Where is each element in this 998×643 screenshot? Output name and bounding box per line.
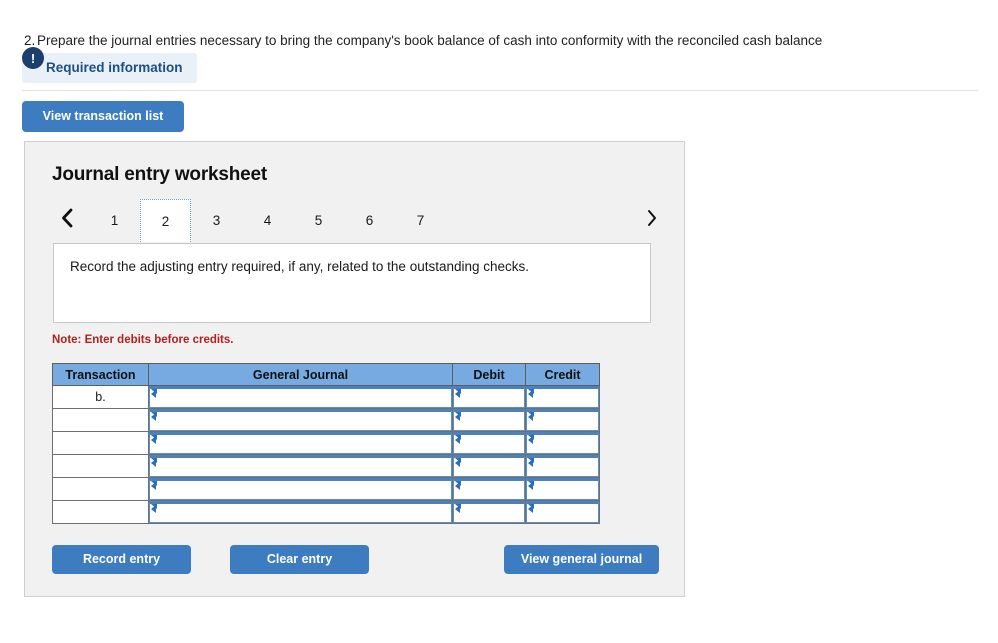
- dropdown-marker-icon: [528, 413, 533, 421]
- dropdown-marker-icon: [151, 436, 156, 444]
- panel-title: Journal entry worksheet: [52, 164, 268, 185]
- account-select[interactable]: [149, 455, 452, 477]
- general-journal-cell[interactable]: [148, 500, 453, 524]
- dropdown-marker-icon: [528, 390, 533, 398]
- credit-cell[interactable]: [525, 408, 600, 432]
- credit-input[interactable]: [526, 386, 599, 408]
- requirement-statement: 2. Prepare the journal entries necessary …: [24, 32, 984, 50]
- dropdown-marker-icon: [151, 390, 156, 398]
- worksheet-tabs: 1 2 3 4 5 6 7: [89, 199, 446, 242]
- requirement-text: Prepare the journal entries necessary to…: [37, 33, 823, 48]
- dropdown-marker-icon: [455, 436, 460, 444]
- table-header-row: Transaction General Journal Debit Credit: [52, 363, 600, 386]
- credit-cell[interactable]: [525, 385, 600, 409]
- account-select[interactable]: [149, 409, 452, 431]
- dropdown-marker-icon: [151, 482, 156, 490]
- table-row: b.: [52, 385, 600, 409]
- dropdown-marker-icon: [528, 505, 533, 513]
- credit-input[interactable]: [526, 501, 599, 523]
- debit-input[interactable]: [453, 386, 525, 408]
- worksheet-tab-5[interactable]: 5: [293, 201, 344, 239]
- table-row: [52, 408, 600, 432]
- transaction-cell: b.: [52, 385, 149, 409]
- debit-cell[interactable]: [452, 454, 526, 478]
- worksheet-tab-6[interactable]: 6: [344, 201, 395, 239]
- debit-cell[interactable]: [452, 500, 526, 524]
- dropdown-marker-icon: [528, 436, 533, 444]
- record-entry-button[interactable]: Record entry: [52, 545, 191, 574]
- debit-cell[interactable]: [452, 477, 526, 501]
- worksheet-prompt: Record the adjusting entry required, if …: [53, 243, 651, 323]
- dropdown-marker-icon: [455, 459, 460, 467]
- credit-input[interactable]: [526, 409, 599, 431]
- view-general-journal-button[interactable]: View general journal: [504, 545, 659, 574]
- credit-input[interactable]: [526, 432, 599, 454]
- table-row: [52, 500, 600, 524]
- debit-cell[interactable]: [452, 408, 526, 432]
- dropdown-marker-icon: [455, 505, 460, 513]
- dropdown-marker-icon: [528, 459, 533, 467]
- debit-cell[interactable]: [452, 431, 526, 455]
- dropdown-marker-icon: [455, 390, 460, 398]
- journal-entry-table: Transaction General Journal Debit Credit…: [52, 363, 600, 524]
- account-select[interactable]: [149, 432, 452, 454]
- chevron-left-icon[interactable]: [53, 201, 81, 235]
- credit-cell[interactable]: [525, 500, 600, 524]
- worksheet-tab-1[interactable]: 1: [89, 201, 140, 239]
- account-select[interactable]: [149, 386, 452, 408]
- credit-cell[interactable]: [525, 454, 600, 478]
- table-row: [52, 431, 600, 455]
- table-row: [52, 477, 600, 501]
- transaction-cell: [52, 408, 149, 432]
- dropdown-marker-icon: [151, 459, 156, 467]
- transaction-cell: [52, 477, 149, 501]
- column-header-debit: Debit: [452, 363, 526, 386]
- exclamation-icon: !: [22, 47, 44, 69]
- required-information-label: Required information: [22, 53, 197, 83]
- dropdown-marker-icon: [455, 482, 460, 490]
- column-header-transaction: Transaction: [52, 363, 149, 386]
- column-header-credit: Credit: [525, 363, 600, 386]
- section-divider: [22, 90, 978, 91]
- worksheet-tab-4[interactable]: 4: [242, 201, 293, 239]
- transaction-cell: [52, 431, 149, 455]
- dropdown-marker-icon: [151, 505, 156, 513]
- worksheet-tab-3[interactable]: 3: [191, 201, 242, 239]
- dropdown-marker-icon: [455, 413, 460, 421]
- dropdown-marker-icon: [151, 413, 156, 421]
- worksheet-tab-2[interactable]: 2: [140, 199, 191, 242]
- credit-cell[interactable]: [525, 431, 600, 455]
- account-select[interactable]: [149, 501, 452, 523]
- credit-input[interactable]: [526, 455, 599, 477]
- general-journal-cell[interactable]: [148, 431, 453, 455]
- general-journal-cell[interactable]: [148, 408, 453, 432]
- debit-input[interactable]: [453, 409, 525, 431]
- debit-input[interactable]: [453, 455, 525, 477]
- account-select[interactable]: [149, 478, 452, 500]
- clear-entry-button[interactable]: Clear entry: [230, 545, 369, 574]
- general-journal-cell[interactable]: [148, 385, 453, 409]
- transaction-cell: [52, 454, 149, 478]
- general-journal-cell[interactable]: [148, 477, 453, 501]
- worksheet-tabstrip: 1 2 3 4 5 6 7: [45, 199, 665, 242]
- credit-cell[interactable]: [525, 477, 600, 501]
- general-journal-cell[interactable]: [148, 454, 453, 478]
- debit-input[interactable]: [453, 501, 525, 523]
- chevron-right-icon[interactable]: [637, 201, 665, 235]
- journal-entry-worksheet-panel: Journal entry worksheet 1 2 3 4 5 6 7 Re…: [24, 141, 685, 597]
- transaction-cell: [52, 500, 149, 524]
- credit-input[interactable]: [526, 478, 599, 500]
- debits-before-credits-note: Note: Enter debits before credits.: [52, 334, 234, 346]
- debit-input[interactable]: [453, 478, 525, 500]
- required-information-badge: ! Required information: [22, 47, 197, 83]
- column-header-general-journal: General Journal: [148, 363, 453, 386]
- debit-cell[interactable]: [452, 385, 526, 409]
- debit-input[interactable]: [453, 432, 525, 454]
- worksheet-tab-7[interactable]: 7: [395, 201, 446, 239]
- dropdown-marker-icon: [528, 482, 533, 490]
- view-transaction-list-button[interactable]: View transaction list: [22, 101, 184, 132]
- table-row: [52, 454, 600, 478]
